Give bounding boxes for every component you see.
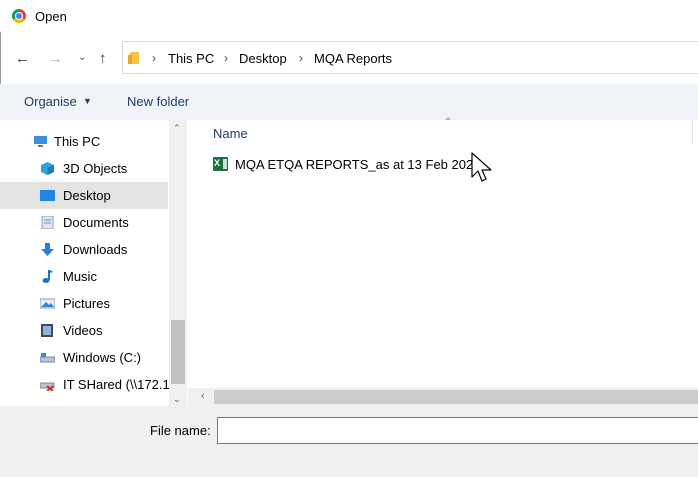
breadcrumb-mqa-reports[interactable]: MQA Reports [314,51,392,66]
nav-item-label: Desktop [63,188,111,203]
up-arrow-icon[interactable]: ↑ [99,50,107,68]
nav-item-label: Downloads [63,242,128,257]
music-note-icon [42,270,53,283]
new-folder-button[interactable]: New folder [127,94,189,109]
nav-item-label: 3D Objects [63,161,128,176]
breadcrumb-separator-icon: › [299,51,303,65]
drive-icon [40,353,55,363]
command-toolbar [0,84,698,120]
nav-item-videos[interactable]: Videos [0,317,168,344]
nav-item-this-pc[interactable]: This PC [0,128,168,155]
nav-item-label: Videos [63,323,103,338]
nav-item-windows-c[interactable]: Windows (C:) [0,344,168,371]
file-name-label: File name: [150,423,211,438]
picture-icon [40,298,55,309]
breadcrumb-desktop[interactable]: Desktop [239,51,287,66]
title-bar [0,0,698,32]
breadcrumb-this-pc[interactable]: This PC [168,51,214,66]
desktop-icon [40,190,55,201]
recent-locations-chevron-icon[interactable]: ⌄ [78,52,86,63]
sort-ascending-icon: ⌃ [444,117,453,128]
folder-icon [128,52,139,64]
computer-icon [34,136,47,147]
organise-button[interactable]: Organise [24,94,77,109]
cube-icon [41,162,54,175]
nav-item-it-shared[interactable]: IT SHared (\\172.1 [0,371,170,398]
nav-item-downloads[interactable]: Downloads [0,236,168,263]
back-arrow-icon[interactable]: ← [15,50,30,68]
nav-item-music[interactable]: Music [0,263,168,290]
forward-arrow-icon[interactable]: → [48,50,63,68]
nav-item-pictures[interactable]: Pictures [0,290,168,317]
file-item[interactable]: MQA ETQA REPORTS_as at 13 Feb 2023 [205,152,485,176]
network-drive-disconnected-icon [40,382,55,391]
nav-item-documents[interactable]: Documents [0,209,168,236]
nav-item-label: Documents [63,215,129,230]
nav-item-label: Windows (C:) [63,350,142,365]
nav-item-3d-objects[interactable]: 3D Objects [0,155,168,182]
document-icon [41,216,54,229]
breadcrumb-separator-icon: › [224,51,228,65]
breadcrumb-separator-icon: › [152,51,156,65]
column-header-name[interactable]: Name [213,126,248,141]
download-arrow-icon [41,243,54,256]
scroll-left-icon[interactable]: ‹ [201,390,205,402]
video-icon [41,324,53,337]
mouse-cursor-icon [471,152,492,182]
window-title: Open [35,9,67,24]
nav-pane-scroll-thumb[interactable] [171,320,185,384]
excel-file-icon [213,157,228,171]
horizontal-scroll-thumb[interactable] [214,390,698,404]
organise-dropdown-icon[interactable]: ▼ [83,96,92,106]
column-divider [692,120,693,144]
nav-item-label: IT SHared (\\172.1 [63,377,170,392]
scroll-up-icon[interactable]: ⌃ [173,123,181,134]
file-name-text: MQA ETQA REPORTS_as at 13 Feb 2023 [235,157,481,172]
nav-item-label: This PC [54,134,101,149]
scroll-down-icon[interactable]: ⌄ [173,394,181,405]
chrome-logo-icon [12,9,26,23]
nav-item-label: Music [63,269,97,284]
nav-item-label: Pictures [63,296,110,311]
nav-item-desktop[interactable]: Desktop [0,182,168,209]
file-name-input[interactable] [217,417,698,444]
